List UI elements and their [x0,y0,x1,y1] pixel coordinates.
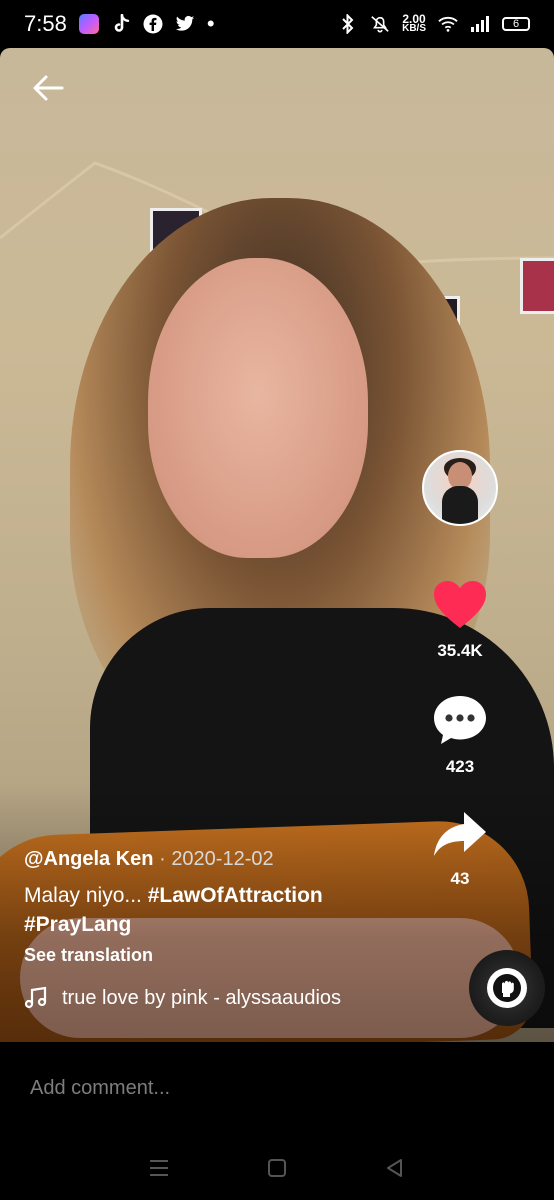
status-time: 7:58 [24,11,67,36]
heart-icon [434,581,486,628]
video-caption: @Angela Ken · 2020-12-02 Malay niyo... #… [24,848,464,1010]
status-bar-left: 7:58 • [24,11,215,36]
hashtag-link[interactable]: #PrayLang [24,913,131,936]
back-button[interactable] [28,68,68,108]
comment-icon [434,696,486,744]
comment-count: 423 [445,757,475,776]
mute-icon [370,14,390,34]
system-back-button[interactable] [375,1148,415,1188]
battery-icon: 6 [502,17,530,31]
music-note-icon [24,986,47,1009]
net-speed-unit: KB/S [402,23,426,34]
comment-bar [0,1042,554,1134]
description-text: Malay niyo... [24,884,148,907]
twitter-icon [175,14,195,34]
wifi-icon [438,14,458,34]
music-title: true love by pink - alyssaaudios [62,986,342,1009]
music-info[interactable]: true love by pink - alyssaaudios [24,986,464,1010]
signal-icon [470,14,490,34]
avatar-body [442,486,478,524]
like-button[interactable]: 35.4K [414,580,506,661]
raised-fist-icon [493,974,521,1002]
wall-photo [520,258,554,314]
sound-disc-button[interactable] [469,950,545,1026]
menu-lines-icon [150,1160,168,1176]
status-bar: 7:58 • 2.00 KB/S 6 [0,0,554,48]
home-button[interactable] [257,1148,297,1188]
creator-username[interactable]: @Angela Ken [24,848,154,870]
see-translation-link[interactable]: See translation [24,945,464,966]
tiktok-icon [111,14,131,34]
app-icon [78,14,99,34]
sound-disc-center [487,968,527,1008]
like-count: 35.4K [437,641,483,660]
system-navigation-bar [0,1140,554,1196]
recents-button[interactable] [139,1148,179,1188]
triangle-back-icon [387,1159,402,1177]
arrow-left-icon [33,75,64,101]
comment-input[interactable] [28,1075,512,1101]
author-line: @Angela Ken · 2020-12-02 [24,848,464,871]
square-icon [268,1159,286,1177]
creator-avatar[interactable] [422,450,498,526]
person-face [148,258,368,558]
facebook-icon [143,14,163,34]
net-speed: 2.00 KB/S [402,13,426,34]
status-bar-right: 2.00 KB/S 6 [338,13,530,34]
date-separator: · [153,848,172,870]
hashtag-link[interactable]: #LawOfAttraction [148,884,323,907]
comment-button[interactable]: 423 [414,694,506,777]
video-description: Malay niyo... #LawOfAttraction #PrayLang [24,881,464,939]
bluetooth-icon [338,14,358,34]
post-date: 2020-12-02 [171,848,274,870]
